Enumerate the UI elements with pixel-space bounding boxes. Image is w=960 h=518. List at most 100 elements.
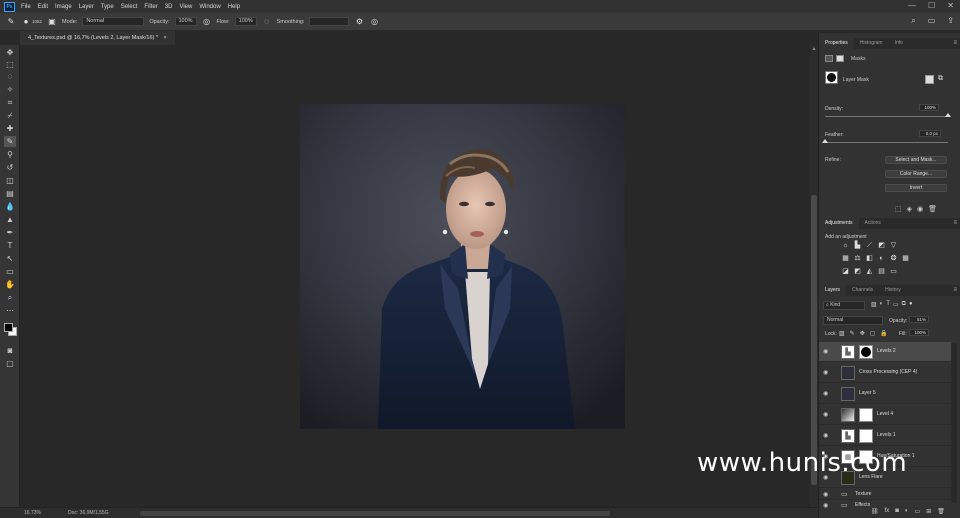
dodge-tool-icon[interactable]: ▲ xyxy=(4,214,16,225)
path-selection-tool-icon[interactable]: ↖ xyxy=(4,253,16,264)
menu-image[interactable]: Image xyxy=(55,4,72,10)
gradient-tool-icon[interactable]: ▤ xyxy=(4,188,16,199)
scroll-up-icon[interactable]: ▲ xyxy=(810,45,818,53)
density-slider-track[interactable] xyxy=(825,116,948,117)
adjustments-menu-icon[interactable]: ≡ xyxy=(953,218,957,229)
color-lookup-icon[interactable]: ▦ xyxy=(901,255,910,263)
fill-field[interactable]: 100% xyxy=(909,329,929,336)
visibility-icon[interactable]: ◉ xyxy=(917,205,923,213)
layers-scrollbar[interactable] xyxy=(951,343,957,503)
pressure-size-icon[interactable]: ◎ xyxy=(369,17,379,27)
tab-info[interactable]: Info xyxy=(889,38,909,49)
feather-field[interactable]: 0,0 px xyxy=(919,130,941,137)
blend-mode-select[interactable]: Normal xyxy=(823,316,883,325)
close-tab-icon[interactable]: × xyxy=(164,35,167,41)
color-balance-icon[interactable]: ⚖ xyxy=(853,255,862,263)
menu-window[interactable]: Window xyxy=(199,4,220,10)
color-range-button[interactable]: Color Range... xyxy=(885,170,947,178)
layer-mask-thumb[interactable] xyxy=(859,429,873,443)
menu-file[interactable]: File xyxy=(21,4,31,10)
layer-row-layer-5[interactable]: ◉ Layer 5 xyxy=(819,384,951,404)
link-layers-icon[interactable]: ⛓ xyxy=(871,508,879,515)
tab-properties[interactable]: Properties xyxy=(819,38,854,49)
marquee-tool-icon[interactable]: ⬚ xyxy=(4,59,16,70)
scrollbar-thumb[interactable] xyxy=(811,195,817,485)
mode-select[interactable]: Normal xyxy=(82,17,145,26)
layer-row-cross-processing[interactable]: ◉ Cross Processing (CEP 4) xyxy=(819,363,951,383)
vector-mask-icon[interactable] xyxy=(836,55,844,62)
hand-tool-icon[interactable]: ✋ xyxy=(4,279,16,290)
zoom-level[interactable]: 16,73% xyxy=(24,508,41,518)
document-size[interactable]: Doc: 36,9M/1,55G xyxy=(68,508,109,518)
eraser-tool-icon[interactable]: ◫ xyxy=(4,175,16,186)
canvas-horizontal-scrollbar[interactable] xyxy=(140,511,610,516)
canvas-area[interactable] xyxy=(20,45,810,507)
eye-icon[interactable]: ◉ xyxy=(823,369,828,376)
tab-channels[interactable]: Channels xyxy=(846,285,879,296)
minimize-button[interactable]: — xyxy=(908,1,916,10)
tab-adjustments[interactable]: Adjustments xyxy=(819,218,859,229)
threshold-icon[interactable]: ◭ xyxy=(865,268,874,276)
document-tab[interactable]: 4_Textures.psd @ 16,7% (Levels 2, Layer … xyxy=(20,31,175,45)
layer-mask-thumb[interactable] xyxy=(859,408,873,422)
load-selection-icon[interactable]: ⬚ xyxy=(895,205,902,213)
airbrush-icon[interactable]: ◌ xyxy=(262,17,272,27)
menu-help[interactable]: Help xyxy=(228,4,240,10)
filter-shape-icon[interactable]: ▭ xyxy=(893,301,899,308)
lock-artboard-icon[interactable]: ▢ xyxy=(870,330,876,337)
lasso-tool-icon[interactable]: ◌ xyxy=(4,71,16,82)
tab-layers[interactable]: Layers xyxy=(819,285,847,296)
move-tool-icon[interactable]: ✥ xyxy=(4,47,16,58)
workspace-icon[interactable]: ▭ xyxy=(928,16,936,26)
eye-icon[interactable]: ◉ xyxy=(823,390,828,397)
posterize-icon[interactable]: ◩ xyxy=(853,268,862,276)
menu-type[interactable]: Type xyxy=(101,4,114,10)
select-and-mask-button[interactable]: Select and Mask... xyxy=(885,156,947,164)
history-brush-tool-icon[interactable]: ↺ xyxy=(4,162,16,173)
levels-icon[interactable]: ▙ xyxy=(853,242,862,250)
filter-adjustment-icon[interactable]: ◐ xyxy=(880,301,884,308)
pixel-mask-icon[interactable] xyxy=(825,55,833,62)
healing-brush-tool-icon[interactable]: ✚ xyxy=(4,123,16,134)
invert-adjustment-icon[interactable]: ◪ xyxy=(841,268,850,276)
filter-smart-icon[interactable]: ⧉ xyxy=(902,301,906,308)
maximize-button[interactable]: ☐ xyxy=(928,1,935,10)
apply-icon[interactable]: ◈ xyxy=(907,205,912,213)
document-image[interactable] xyxy=(300,104,625,429)
fx-icon[interactable]: fx xyxy=(885,508,890,515)
density-slider-thumb[interactable] xyxy=(945,113,951,117)
layers-menu-icon[interactable]: ≡ xyxy=(953,285,957,296)
blur-tool-icon[interactable]: 💧 xyxy=(4,201,16,212)
pen-tool-icon[interactable]: ✒ xyxy=(4,227,16,238)
menu-layer[interactable]: Layer xyxy=(79,4,94,10)
brightness-contrast-icon[interactable]: ☼ xyxy=(841,242,850,250)
close-button[interactable]: ✕ xyxy=(947,1,954,10)
eye-icon[interactable]: ◉ xyxy=(823,502,828,509)
menu-view[interactable]: View xyxy=(179,4,192,10)
eyedropper-tool-icon[interactable]: ⌿ xyxy=(4,110,16,121)
photo-filter-icon[interactable]: ◐ xyxy=(877,255,886,263)
menu-3d[interactable]: 3D xyxy=(165,4,173,10)
add-vector-mask-icon[interactable]: ⧉ xyxy=(938,75,943,83)
eye-icon[interactable]: ◉ xyxy=(823,491,828,498)
eye-icon[interactable]: ◉ xyxy=(823,432,828,439)
layer-row-texture[interactable]: ◉ ▭ Texture xyxy=(819,489,951,500)
quick-mask-icon[interactable]: ◙ xyxy=(4,345,16,356)
feather-slider-track[interactable] xyxy=(825,142,948,143)
panel-menu-icon[interactable]: ≡ xyxy=(953,38,957,49)
density-field[interactable]: 100% xyxy=(919,104,939,111)
flow-field[interactable]: 100% xyxy=(234,17,257,26)
gear-icon[interactable]: ⚙ xyxy=(354,17,364,27)
screen-mode-icon[interactable]: ▢ xyxy=(4,358,16,369)
layer-mask-thumb[interactable] xyxy=(859,345,873,359)
gradient-map-icon[interactable]: ▭ xyxy=(889,268,898,276)
tab-actions[interactable]: Actions xyxy=(859,218,887,229)
eye-icon[interactable]: ◉ xyxy=(823,348,828,355)
tab-histogram[interactable]: Histogram xyxy=(854,38,889,49)
menu-filter[interactable]: Filter xyxy=(144,4,157,10)
filter-toggle-icon[interactable]: ● xyxy=(909,301,913,308)
hue-saturation-icon[interactable]: ▦ xyxy=(841,255,850,263)
type-tool-icon[interactable]: T xyxy=(4,240,16,251)
zoom-tool-icon[interactable]: ⌕ xyxy=(4,292,16,303)
smoothing-field[interactable] xyxy=(309,17,350,26)
